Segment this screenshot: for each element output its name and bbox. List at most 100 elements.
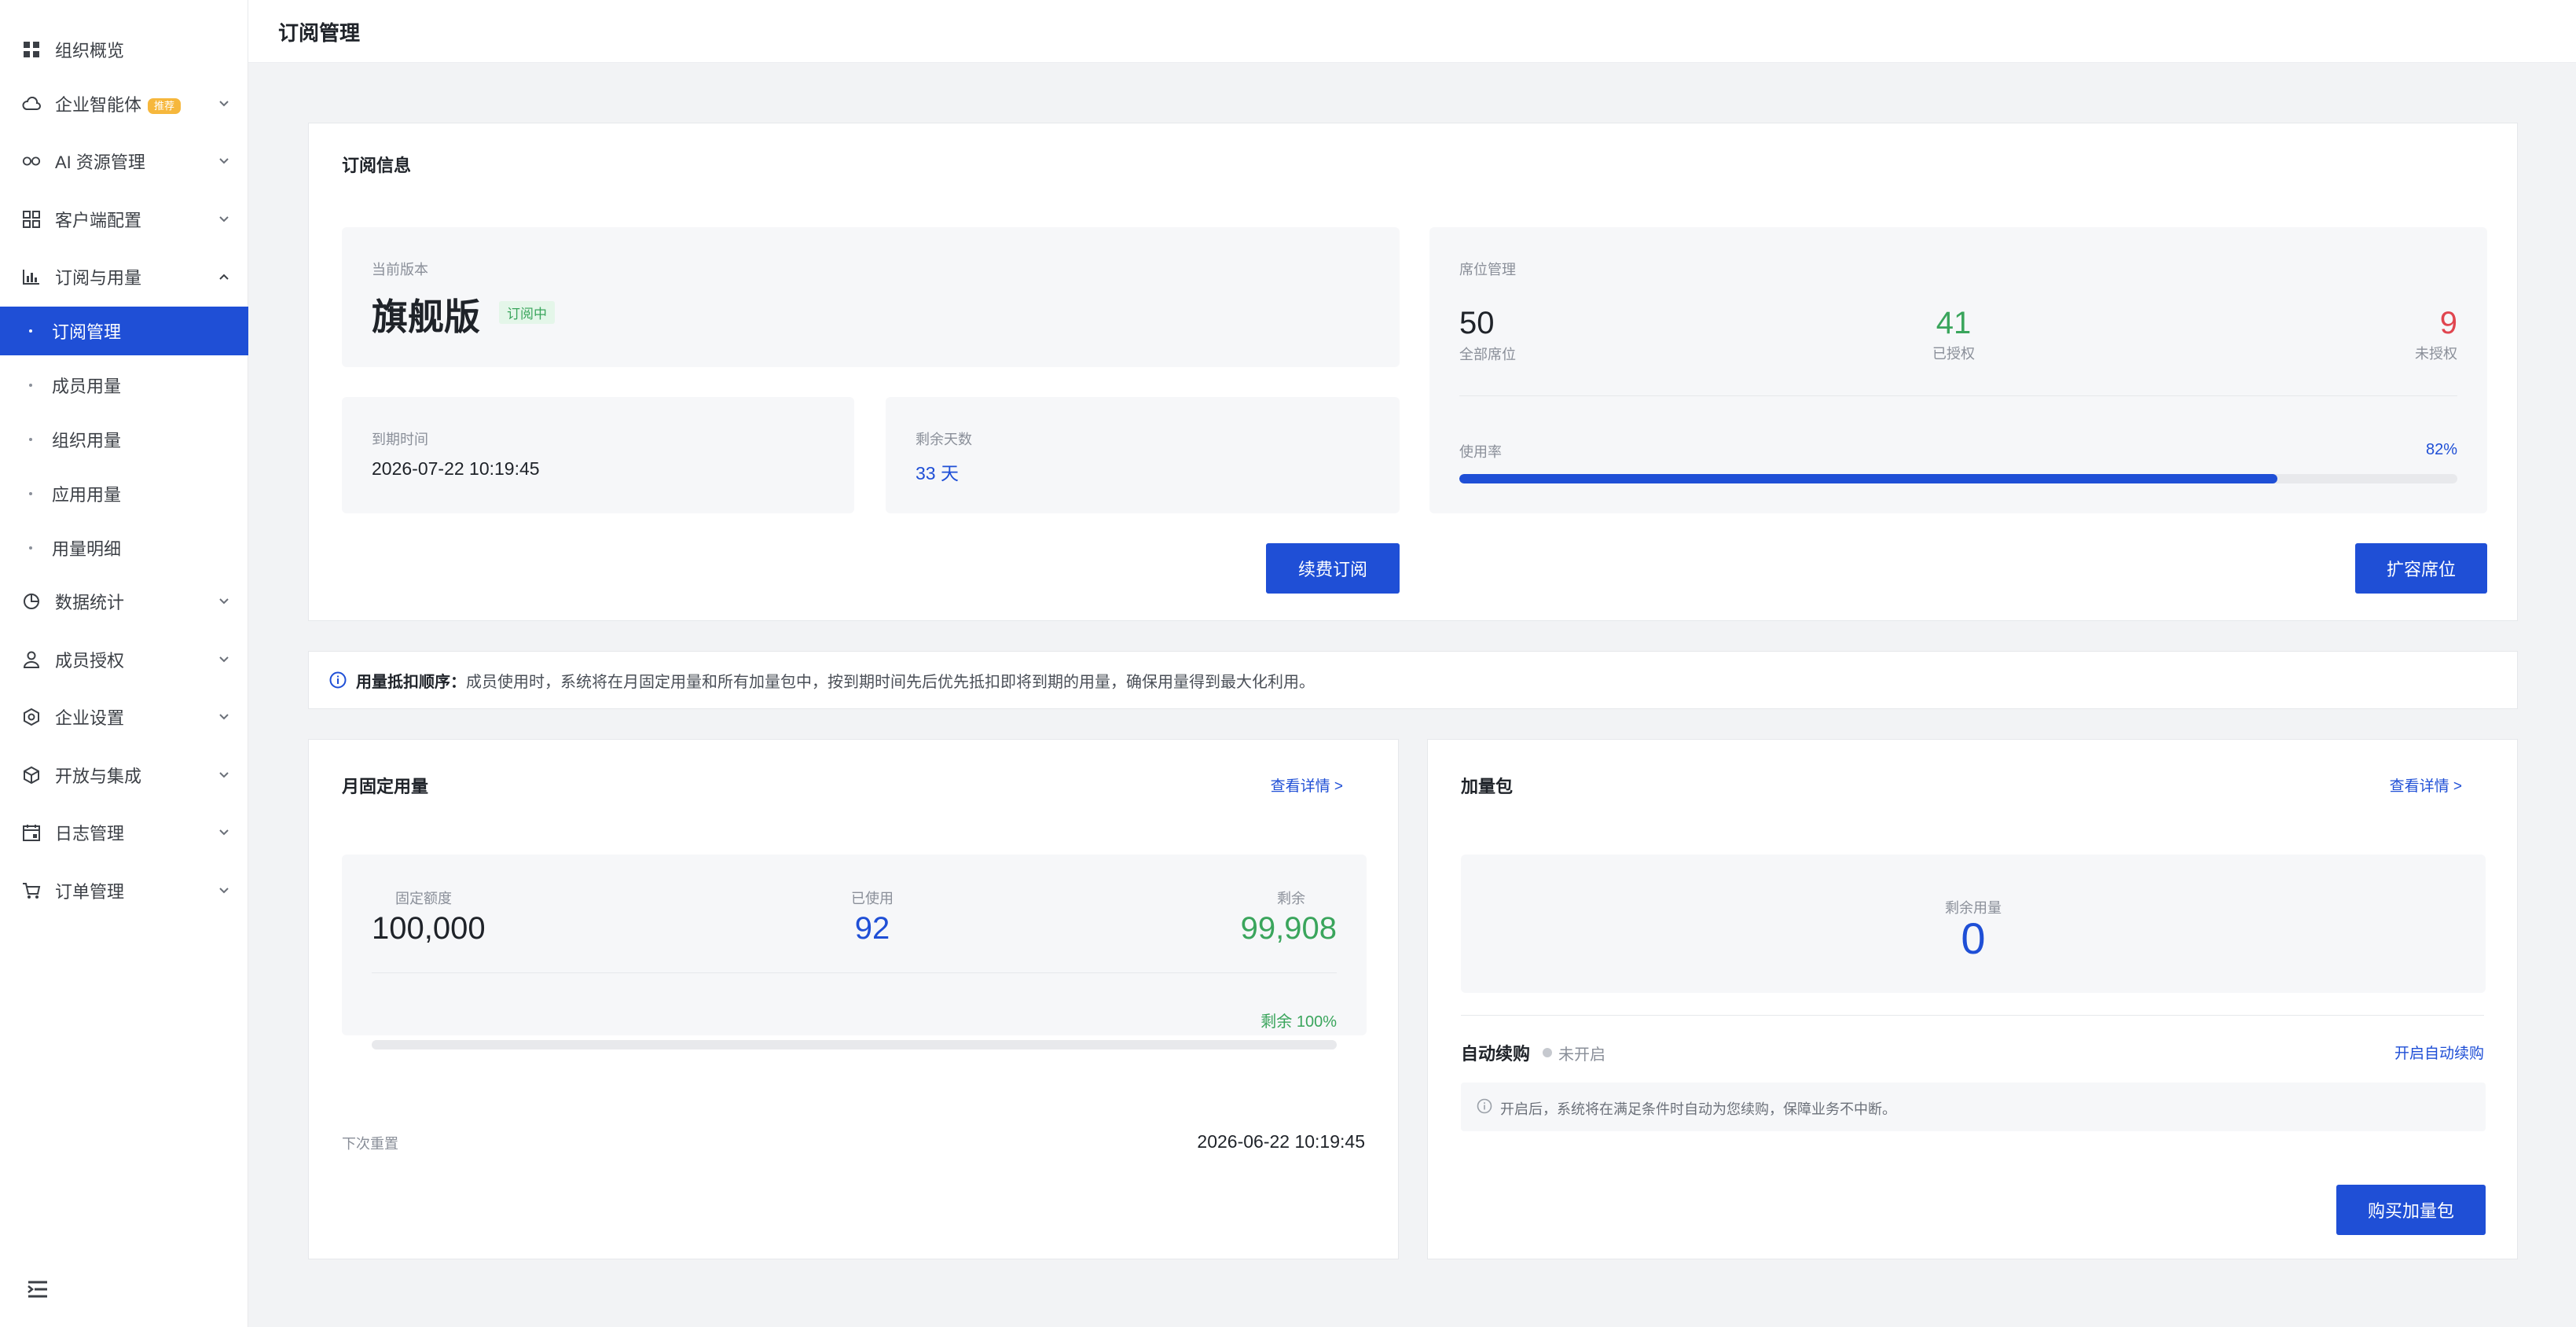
grid-icon <box>22 40 41 59</box>
sidebar-item-label: 开放与集成 <box>55 766 142 786</box>
buy-addon-button[interactable]: 购买加量包 <box>2336 1185 2486 1235</box>
chevron-down-icon <box>219 216 229 222</box>
chevron-up-icon <box>219 274 229 280</box>
subscription-card: 订阅信息 当前版本 旗舰版 订阅中 到期时间 2026-07-22 10:19:… <box>308 123 2518 621</box>
auto-renew-tip: 开启后，系统将在满足条件时自动为您续购，保障业务不中断。 <box>1461 1083 2486 1131</box>
chevron-down-icon <box>219 598 229 605</box>
status-dot <box>1543 1048 1552 1057</box>
used-value: 92 <box>854 911 890 946</box>
sidebar-item-label: 订阅与用量 <box>55 268 142 288</box>
bullet-dot <box>29 384 32 387</box>
usage-rate-progress <box>1459 474 2457 483</box>
sidebar-subitem-label: 订阅管理 <box>52 322 122 342</box>
seats-title: 席位管理 <box>1459 262 1516 278</box>
sidebar-item-label: 组织概览 <box>55 41 125 61</box>
pie-chart-icon <box>22 592 41 611</box>
plan-name: 旗舰版 <box>372 296 480 337</box>
monthly-usage-progress <box>372 1040 1337 1049</box>
sidebar-item-client-config[interactable]: 客户端配置 <box>0 194 248 244</box>
sidebar-item-label: 企业设置 <box>55 708 125 728</box>
user-icon <box>22 650 41 669</box>
bullet-dot <box>29 492 32 495</box>
quota-value: 100,000 <box>372 911 486 946</box>
expire-time: 2026-07-22 10:19:45 <box>372 458 540 479</box>
addon-package-card: 加量包 查看详情 > 剩余用量 0 自动续购 未开启 开启自动续购 开启后，系统… <box>1427 739 2518 1259</box>
addon-view-details-link[interactable]: 查看详情 > <box>2390 774 2462 796</box>
auto-renew-label: 自动续购 <box>1461 1044 1531 1064</box>
chevron-down-icon <box>219 656 229 663</box>
expand-seats-button[interactable]: 扩容席位 <box>2355 543 2487 594</box>
info-icon <box>329 671 347 689</box>
renew-subscription-button[interactable]: 续费订阅 <box>1266 543 1400 594</box>
chevron-down-icon <box>219 888 229 894</box>
version-label: 当前版本 <box>372 262 428 278</box>
remaining-days-panel: 剩余天数 33 天 <box>886 397 1400 513</box>
sidebar-item-integration[interactable]: 开放与集成 <box>0 750 248 800</box>
deduction-order-notice: 用量抵扣顺序： 成员使用时，系统将在月固定用量和所有加量包中，按到期时间先后优先… <box>308 651 2518 709</box>
sidebar-item-logs[interactable]: 日志管理 <box>0 807 248 858</box>
sidebar-item-ai-resources[interactable]: AI 资源管理 <box>0 136 248 186</box>
expire-panel: 到期时间 2026-07-22 10:19:45 <box>342 397 854 513</box>
bar-chart-icon <box>22 267 41 286</box>
infinity-icon <box>22 152 41 171</box>
sidebar-item-statistics[interactable]: 数据统计 <box>0 576 248 627</box>
addon-divider <box>1461 1015 2484 1016</box>
remain-value: 99,908 <box>1240 911 1337 946</box>
bullet-dot <box>29 329 32 333</box>
auto-renew-tip-text: 开启后，系统将在满足条件时自动为您续购，保障业务不中断。 <box>1500 1101 1896 1117</box>
sidebar-item-label: 成员授权 <box>55 651 125 671</box>
addon-title: 加量包 <box>1461 777 1514 796</box>
sidebar-item-enterprise-settings[interactable]: 企业设置 <box>0 692 248 742</box>
usage-rate-value: 82% <box>2425 441 2457 458</box>
sidebar-item-member-auth[interactable]: 成员授权 <box>0 634 248 685</box>
sidebar-item-label: 数据统计 <box>55 593 125 612</box>
page-title: 订阅管理 <box>278 21 361 45</box>
sidebar-subitem-org-usage[interactable]: 组织用量 <box>0 415 248 464</box>
sidebar-item-label: 企业智能体 <box>55 95 142 115</box>
cart-icon <box>22 881 41 900</box>
monthly-usage-title: 月固定用量 <box>342 777 429 796</box>
sidebar: 组织概览 企业智能体 推荐 AI 资源管理 客户端配置 订阅与用量 订阅管理 成… <box>0 0 248 1327</box>
seats-divider <box>1459 395 2457 396</box>
sidebar-subitem-usage-details[interactable]: 用量明细 <box>0 524 248 572</box>
sidebar-subitem-label: 成员用量 <box>52 377 122 396</box>
chevron-down-icon <box>219 829 229 836</box>
auto-renew-status: 未开启 <box>1558 1046 1605 1064</box>
sidebar-subitem-subscription-management[interactable]: 订阅管理 <box>0 307 248 355</box>
sidebar-subitem-app-usage[interactable]: 应用用量 <box>0 469 248 518</box>
status-badge: 订阅中 <box>499 301 555 324</box>
monthly-divider <box>372 972 1337 973</box>
used-label: 已使用 <box>851 891 894 906</box>
sidebar-item-subscription-usage[interactable]: 订阅与用量 <box>0 252 248 302</box>
sidebar-subitem-label: 应用用量 <box>52 485 122 505</box>
next-reset-time: 2026-06-22 10:19:45 <box>1197 1131 1365 1152</box>
sidebar-subitem-label: 组织用量 <box>52 431 122 450</box>
authorized-seats-label: 已授权 <box>1932 346 1975 362</box>
sidebar-item-label: AI 资源管理 <box>55 153 145 172</box>
bullet-dot <box>29 438 32 441</box>
notice-text: 成员使用时，系统将在月固定用量和所有加量包中，按到期时间先后优先抵扣即将到期的用… <box>466 673 1315 691</box>
sidebar-item-label: 订单管理 <box>55 882 125 902</box>
chevron-down-icon <box>219 714 229 720</box>
calendar-icon <box>22 823 41 842</box>
collapse-menu-icon[interactable] <box>27 1279 49 1299</box>
bullet-dot <box>29 546 32 550</box>
chevron-down-icon <box>219 101 229 107</box>
authorized-seats: 41 <box>1936 306 1972 340</box>
total-seats: 50 <box>1459 306 1495 340</box>
usage-rate-progress-fill <box>1459 474 2278 483</box>
cube-icon <box>22 766 41 785</box>
chevron-down-icon <box>219 158 229 164</box>
sidebar-item-orders[interactable]: 订单管理 <box>0 866 248 916</box>
sidebar-subitem-member-usage[interactable]: 成员用量 <box>0 361 248 410</box>
recommend-badge: 推荐 <box>148 98 182 114</box>
monthly-view-details-link[interactable]: 查看详情 > <box>1271 774 1343 796</box>
next-reset-label: 下次重置 <box>342 1136 398 1152</box>
apps-icon <box>22 210 41 229</box>
top-bar: 订阅管理 <box>248 0 2576 63</box>
sidebar-item-agents[interactable]: 企业智能体 推荐 <box>0 79 248 129</box>
total-seats-label: 全部席位 <box>1459 347 1516 362</box>
sidebar-item-overview[interactable]: 组织概览 <box>0 24 248 75</box>
unauthorized-seats: 9 <box>2439 306 2457 340</box>
enable-auto-renew-link[interactable]: 开启自动续购 <box>2394 1042 2484 1063</box>
